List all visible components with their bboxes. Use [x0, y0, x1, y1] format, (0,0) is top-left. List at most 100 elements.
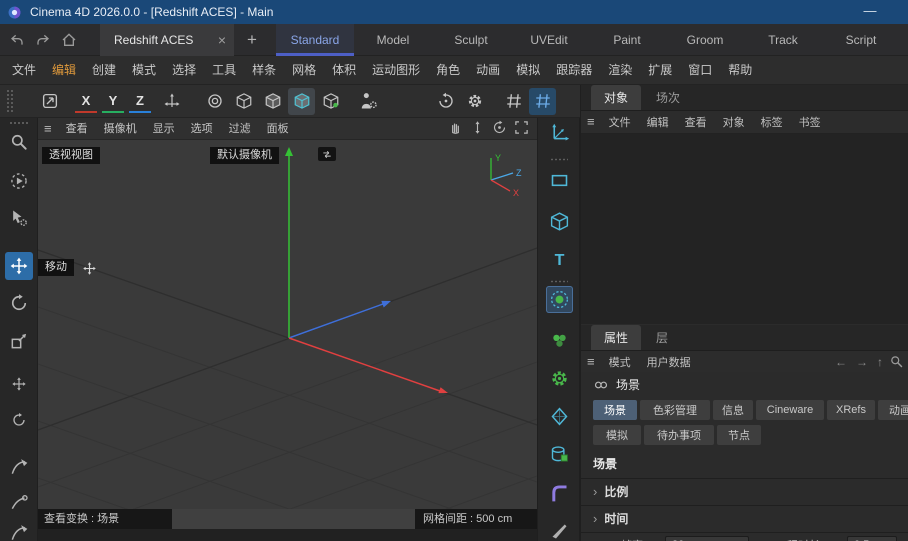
menu-item-render[interactable]: 渲染 — [600, 56, 640, 85]
history-back-button[interactable] — [4, 27, 30, 53]
menu-item-tools[interactable]: 工具 — [204, 56, 244, 85]
om-menu-bookmarks[interactable]: 书签 — [791, 114, 829, 130]
move-tool-button[interactable] — [5, 252, 33, 280]
tab-objects[interactable]: 对象 — [591, 85, 641, 110]
tab-nodes[interactable]: 节点 — [717, 425, 761, 445]
layout-tab-uvedit[interactable]: UVEdit — [510, 24, 588, 56]
menu-item-file[interactable]: 文件 — [4, 56, 44, 85]
view-name-label[interactable]: 透视视图 — [42, 147, 100, 164]
viewport[interactable]: ≡ 查看 摄像机 显示 选项 过滤 面板 — [38, 118, 537, 541]
menu-item-extensions[interactable]: 扩展 — [640, 56, 680, 85]
vp-menu-display[interactable]: 显示 — [145, 118, 183, 140]
tab-takes[interactable]: 场次 — [643, 85, 693, 110]
layout-tab-sculpt[interactable]: Sculpt — [432, 24, 510, 56]
document-tab[interactable]: Redshift ACES × — [100, 24, 234, 56]
om-menu-objects[interactable]: 对象 — [715, 114, 753, 130]
sketch-pen-button[interactable] — [5, 488, 33, 516]
close-icon[interactable]: × — [218, 32, 226, 48]
live-selection-button[interactable] — [5, 167, 33, 195]
tab-simulation[interactable]: 模拟 — [593, 425, 641, 445]
group-scale[interactable]: › 比例 — [581, 478, 908, 504]
axis-move-button[interactable] — [5, 370, 33, 398]
tb-cube-highlight-button[interactable] — [288, 88, 315, 115]
menu-item-spline[interactable]: 样条 — [244, 56, 284, 85]
tab-info[interactable]: 信息 — [713, 400, 753, 420]
om-menu-file[interactable]: 文件 — [601, 114, 639, 130]
menu-item-tracker[interactable]: 跟踪器 — [548, 56, 600, 85]
volume-builder-button[interactable] — [546, 441, 573, 468]
object-list[interactable] — [581, 134, 908, 324]
layout-tab-model[interactable]: Model — [354, 24, 432, 56]
tb-cube-extra-button[interactable] — [317, 88, 344, 115]
menu-item-character[interactable]: 角色 — [428, 56, 468, 85]
back-arrow-icon[interactable]: ← — [835, 355, 847, 369]
menu-item-volume[interactable]: 体积 — [324, 56, 364, 85]
rectangle-spline-button[interactable] — [546, 167, 573, 194]
layout-tab-script[interactable]: Script — [822, 24, 900, 56]
tb-cube-wire-button[interactable] — [230, 88, 257, 115]
vp-menu-panel[interactable]: 面板 — [259, 118, 297, 140]
orbit-icon[interactable] — [492, 120, 509, 137]
vp-menu-filter[interactable]: 过滤 — [221, 118, 259, 140]
field-button[interactable] — [546, 403, 573, 430]
tab-attributes[interactable]: 属性 — [591, 325, 641, 350]
effector-gear-button[interactable] — [546, 365, 573, 392]
menu-item-animate[interactable]: 动画 — [468, 56, 508, 85]
camera-swap-icon[interactable] — [318, 147, 336, 161]
menu-item-simulate[interactable]: 模拟 — [508, 56, 548, 85]
tb-recent-tool-button[interactable] — [36, 88, 63, 115]
minimize-button[interactable]: — — [848, 0, 892, 24]
layout-tab-groom[interactable]: Groom — [666, 24, 744, 56]
duration-field-value[interactable]: 0.5 — [847, 536, 897, 541]
tb-grid-button[interactable] — [500, 88, 527, 115]
viewport-canvas[interactable]: 透视视图 默认摄像机 Y Z X 移动 查看变换 : 场景 网格间距 : 500… — [38, 140, 537, 541]
menu-item-select[interactable]: 选择 — [164, 56, 204, 85]
fps-field-value[interactable]: 30 ▾ — [665, 536, 749, 541]
tb-character-button[interactable] — [352, 88, 384, 115]
layout-tab-track[interactable]: Track — [744, 24, 822, 56]
menu-item-help[interactable]: 帮助 — [720, 56, 760, 85]
home-layout-button[interactable] — [56, 27, 82, 53]
tab-animation[interactable]: 动画 — [878, 400, 908, 420]
hamburger-icon[interactable]: ≡ — [38, 118, 58, 140]
vp-menu-cameras[interactable]: 摄像机 — [96, 118, 145, 140]
menu-item-mesh[interactable]: 网格 — [284, 56, 324, 85]
chevron-right-icon[interactable]: › — [593, 511, 597, 526]
toolbar-grip[interactable] — [6, 89, 14, 113]
tb-lock-z-button[interactable]: Z — [129, 89, 151, 113]
forward-arrow-icon[interactable]: → — [856, 355, 868, 369]
menu-item-mode[interactable]: 模式 — [124, 56, 164, 85]
pen-extra-button[interactable] — [5, 519, 33, 541]
cloner-button[interactable] — [546, 327, 573, 354]
tab-layers[interactable]: 层 — [643, 325, 681, 350]
maximize-view-icon[interactable] — [514, 120, 531, 137]
tb-lock-x-button[interactable]: X — [75, 89, 97, 113]
scale-tool-button[interactable] — [5, 327, 33, 355]
om-menu-view[interactable]: 查看 — [677, 114, 715, 130]
pan-hand-icon[interactable] — [448, 120, 465, 137]
vp-menu-options[interactable]: 选项 — [183, 118, 221, 140]
hamburger-icon[interactable]: ≡ — [581, 351, 601, 373]
tab-scene[interactable]: 场景 — [593, 400, 637, 420]
group-time[interactable]: › 时间 — [581, 505, 908, 531]
camera-name-label[interactable]: 默认摄像机 — [210, 147, 279, 164]
workplane-button[interactable] — [546, 119, 573, 146]
search-icon[interactable] — [889, 354, 904, 369]
tab-todo[interactable]: 待办事项 — [644, 425, 714, 445]
tab-xrefs[interactable]: XRefs — [827, 400, 875, 420]
tab-cineware[interactable]: Cineware — [756, 400, 824, 420]
menu-item-window[interactable]: 窗口 — [680, 56, 720, 85]
tb-settings-gear-button[interactable] — [461, 88, 488, 115]
om-menu-tags[interactable]: 标签 — [753, 114, 791, 130]
tb-ring-button[interactable] — [201, 88, 228, 115]
tb-lock-y-button[interactable]: Y — [102, 89, 124, 113]
menu-item-create[interactable]: 创建 — [84, 56, 124, 85]
axis-rotate-button[interactable] — [5, 406, 33, 434]
om-menu-edit[interactable]: 编辑 — [639, 114, 677, 130]
tweak-mode-button[interactable] — [5, 204, 33, 232]
generator-button[interactable] — [546, 286, 573, 313]
vp-menu-view[interactable]: 查看 — [58, 118, 96, 140]
am-menu-userdata[interactable]: 用户数据 — [639, 354, 699, 370]
tb-cube-solid-button[interactable] — [259, 88, 286, 115]
rotate-tool-button[interactable] — [5, 289, 33, 317]
